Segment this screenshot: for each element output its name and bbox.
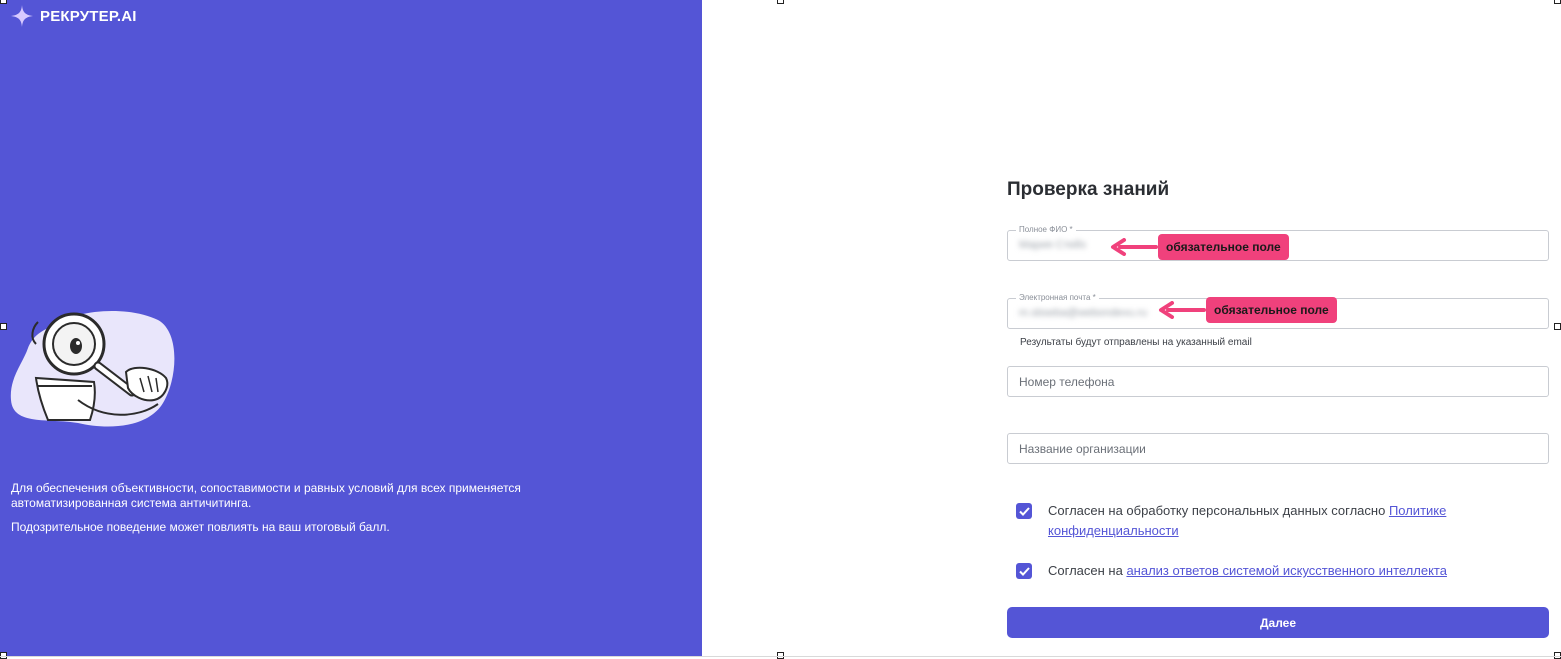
checkmark-icon (1018, 506, 1030, 516)
consent-personal-text: Согласен на обработку персональных данны… (1048, 503, 1447, 538)
arrow-left-icon (1159, 301, 1206, 319)
left-panel: РЕКРУТЕР.AI Для обеспечения объективност… (0, 0, 702, 657)
resize-handle (777, 0, 784, 4)
organization-field[interactable] (1007, 433, 1549, 464)
consent-ai-analysis: Согласен на анализ ответов системой иску… (1016, 561, 1508, 581)
resize-handle (1554, 323, 1561, 330)
full-name-label: Полное ФИО * (1016, 224, 1076, 236)
arrow-left-icon (1111, 238, 1158, 256)
consent-ai-checkbox[interactable] (1016, 563, 1032, 579)
sparkle-icon (11, 5, 33, 27)
ai-analysis-link[interactable]: анализ ответов системой искусственного и… (1126, 563, 1447, 578)
email-hint: Результаты будут отправлены на указанный… (1020, 337, 1252, 348)
phone-input[interactable] (1008, 367, 1548, 396)
annotation-badge: обязательное поле (1158, 234, 1289, 260)
notice-line-1: Для обеспечения объективности, сопостави… (11, 481, 521, 510)
checkmark-icon (1018, 566, 1030, 576)
phone-field[interactable] (1007, 366, 1549, 397)
full-name-value: Мария Стейз (1019, 239, 1086, 251)
form-title: Проверка знаний (1007, 179, 1170, 200)
organization-input[interactable] (1008, 434, 1548, 463)
notice-line-2: Подозрительное поведение может повлиять … (11, 520, 390, 534)
bottom-divider (0, 656, 1561, 657)
consent-personal-data: Согласен на обработку персональных данны… (1016, 501, 1508, 541)
knowledge-check-form: Проверка знаний Полное ФИО * Мария Стейз… (1007, 0, 1549, 659)
resize-handle (0, 0, 7, 4)
brand-name: РЕКРУТЕР.AI (40, 7, 137, 25)
email-label: Электронная почта * (1016, 292, 1099, 304)
anticheat-notice: Для обеспечения объективности, сопостави… (11, 481, 571, 544)
consent-ai-text: Согласен на анализ ответов системой иску… (1048, 563, 1447, 578)
consent-personal-checkbox[interactable] (1016, 503, 1032, 519)
brand-logo: РЕКРУТЕР.AI (10, 4, 137, 28)
required-field-annotation: обязательное поле (1158, 297, 1337, 323)
resize-handle (0, 323, 7, 330)
magnifier-character-illustration (10, 310, 175, 427)
required-field-annotation: обязательное поле (1110, 234, 1289, 260)
email-value: m.sbseba@webondevu.ru (1019, 307, 1147, 319)
annotation-badge: обязательное поле (1206, 297, 1337, 323)
resize-handle (1554, 0, 1561, 4)
next-button[interactable]: Далее (1007, 607, 1549, 638)
